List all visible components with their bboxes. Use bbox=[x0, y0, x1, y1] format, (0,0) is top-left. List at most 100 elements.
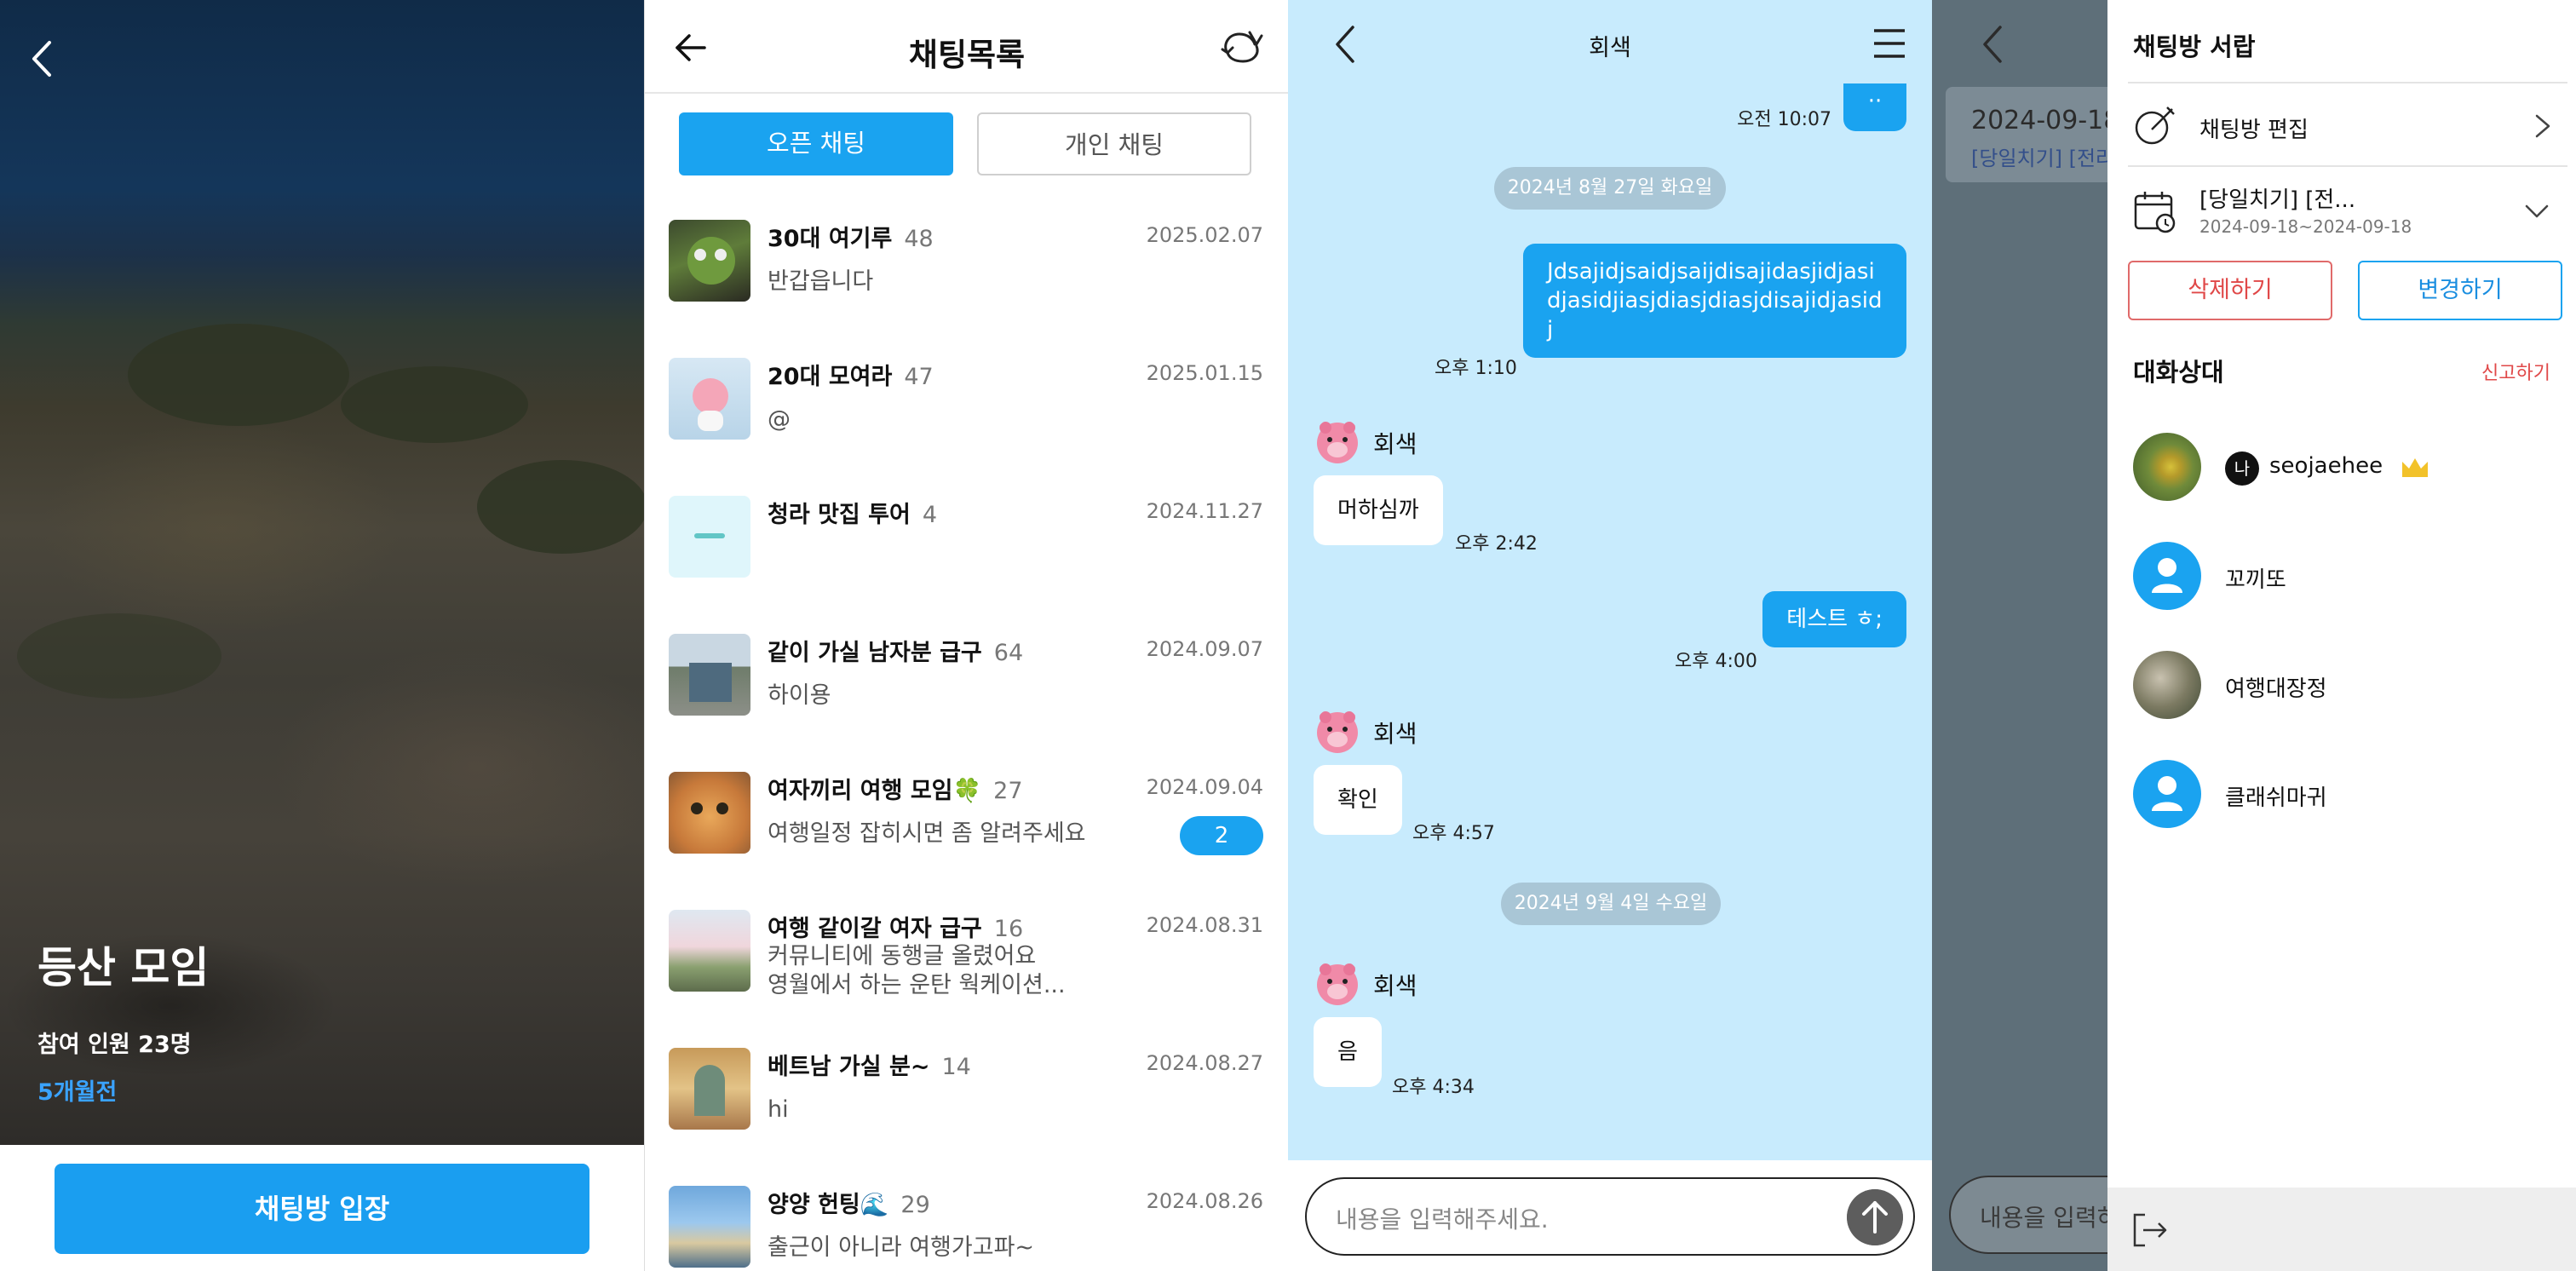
message-composer: 내용을 입력해주세요. bbox=[1288, 1160, 1932, 1271]
exit-room-icon[interactable] bbox=[2131, 1211, 2169, 1249]
member-name: 꼬끼또 bbox=[2225, 567, 2286, 593]
sender-name: 회색 bbox=[1373, 430, 1417, 458]
schedule-banner: 2024-09-18 [당일치기] [전라 bbox=[1946, 87, 2107, 182]
dimmed-chat-background[interactable]: 2024-09-18 [당일치기] [전라 내용을 입력하 bbox=[1932, 0, 2107, 1271]
received-message-bubble[interactable]: 머하심까 bbox=[1314, 475, 1443, 545]
received-message-bubble[interactable]: 음 bbox=[1314, 1017, 1382, 1087]
sender-avatar[interactable] bbox=[1314, 417, 1361, 465]
drawer-footer bbox=[2107, 1188, 2576, 1271]
shrub-shape bbox=[17, 613, 221, 699]
chat-thumbnail bbox=[669, 358, 750, 440]
sent-message-bubble[interactable]: ·· bbox=[1843, 83, 1906, 131]
chat-name: 양양 헌팅🌊 29 bbox=[768, 1186, 930, 1219]
message-time: 오후 4:57 bbox=[1412, 823, 1495, 844]
page-title: 채팅목록 bbox=[908, 37, 1026, 73]
sent-message-bubble[interactable]: Jdsajidjsaidjsaijdisajidasjidjasidjasidj… bbox=[1523, 244, 1906, 358]
participant-count: 29 bbox=[900, 1192, 930, 1218]
received-message-bubble[interactable]: 확인 bbox=[1314, 765, 1402, 835]
last-message: 여행일정 잡히시면 좀 알려주세요 bbox=[768, 820, 1086, 847]
chat-date: 2024.08.26 bbox=[1146, 1189, 1263, 1213]
edit-pencil-icon bbox=[2135, 106, 2175, 145]
chat-thumbnail bbox=[669, 220, 750, 302]
chevron-down-icon[interactable] bbox=[2523, 198, 2550, 225]
tab-open-chat[interactable]: 오픈 채팅 bbox=[679, 112, 953, 175]
chat-drawer-screen: 2024-09-18 [당일치기] [전라 내용을 입력하 채팅방 서랍 채팅방… bbox=[1932, 0, 2576, 1271]
message-input-placeholder: 내용을 입력하 bbox=[1980, 1204, 2107, 1232]
chat-list-item[interactable]: 20대 모여라 47 2025.01.15 @ bbox=[645, 358, 1288, 496]
chat-list-screen: 채팅목록 오픈 채팅 개인 채팅 30대 여기루 48 2025.02.07 반갑… bbox=[644, 0, 1288, 1271]
member-name: seojaehee bbox=[2269, 453, 2383, 479]
message-input: 내용을 입력하 bbox=[1949, 1176, 2107, 1254]
chat-list-item[interactable]: 양양 헌팅🌊 29 2024.08.26 출근이 아니라 여행가고파~ bbox=[645, 1186, 1288, 1271]
enter-room-button[interactable]: 채팅방 입장 bbox=[55, 1164, 589, 1254]
report-link[interactable]: 신고하기 bbox=[2481, 358, 2550, 385]
member-item[interactable]: 클래쉬마귀 bbox=[2133, 760, 2559, 828]
chat-date: 2024.08.27 bbox=[1146, 1051, 1263, 1075]
chat-list-item[interactable]: 여자끼리 여행 모임🍀 27 2024.09.04 여행일정 잡히시면 좀 알려주… bbox=[645, 772, 1288, 910]
me-badge: 나 bbox=[2225, 451, 2259, 486]
chat-room-screen: 회색 ·· 오전 10:07 2024년 8월 27일 화요일 Jdsajidj… bbox=[1288, 0, 1932, 1271]
message-time: 오후 1:10 bbox=[1435, 358, 1517, 379]
chat-list-item[interactable]: 같이 가실 남자분 급구 64 2024.09.07 하이용 bbox=[645, 634, 1288, 772]
chat-thumbnail bbox=[669, 910, 750, 992]
message-time: 오후 4:00 bbox=[1675, 651, 1757, 672]
unread-badge: 2 bbox=[1180, 816, 1263, 855]
chevron-right-icon[interactable] bbox=[2528, 112, 2556, 140]
chat-name-text: 여행 같이갈 여자 급구 bbox=[768, 916, 982, 942]
chat-thumbnail bbox=[669, 496, 750, 578]
message-input[interactable]: 내용을 입력해주세요. bbox=[1305, 1177, 1915, 1256]
chevron-left-icon bbox=[1983, 26, 2002, 63]
chat-date: 2024.09.07 bbox=[1146, 637, 1263, 661]
members-header: 대화상대 bbox=[2133, 358, 2224, 387]
chat-name: 여행 같이갈 여자 급구 16 bbox=[768, 910, 1023, 943]
created-ago: 5개월전 bbox=[37, 1079, 118, 1106]
chat-thumbnail bbox=[669, 1186, 750, 1268]
send-arrow-icon[interactable] bbox=[1847, 1189, 1903, 1245]
chat-name-text: 여자끼리 여행 모임🍀 bbox=[768, 778, 982, 804]
chat-name-text: 양양 헌팅🌊 bbox=[768, 1192, 889, 1218]
chat-date: 2025.02.07 bbox=[1146, 223, 1263, 247]
last-message: 출근이 아니라 여행가고파~ bbox=[768, 1234, 1035, 1261]
sender-avatar[interactable] bbox=[1314, 707, 1361, 755]
tab-private-chat[interactable]: 개인 채팅 bbox=[977, 112, 1251, 175]
participant-count: 47 bbox=[904, 364, 934, 390]
divider bbox=[2128, 82, 2567, 83]
date-divider: 2024년 8월 27일 화요일 bbox=[1494, 167, 1726, 210]
member-item[interactable]: 꼬끼또 bbox=[2133, 542, 2559, 610]
calendar-clock-icon bbox=[2134, 192, 2176, 233]
sent-message-bubble[interactable]: 테스트 ㅎ; bbox=[1762, 591, 1906, 647]
member-name: 여행대장정 bbox=[2225, 676, 2327, 702]
schedule-title[interactable]: [당일치기] [전... bbox=[2199, 182, 2355, 214]
chat-list-item[interactable]: 청라 맛집 투어 4 2024.11.27 bbox=[645, 496, 1288, 634]
chat-name-text: 20대 모여라 bbox=[768, 364, 893, 390]
message-time: 오전 10:07 bbox=[1737, 109, 1831, 130]
pink-beaver-avatar-icon bbox=[1317, 711, 1358, 753]
chat-date: 2024.09.04 bbox=[1146, 775, 1263, 799]
chevron-left-icon[interactable] bbox=[26, 37, 60, 80]
chat-list-item[interactable]: 30대 여기루 48 2025.02.07 반갑읍니다 bbox=[645, 220, 1288, 358]
delete-button[interactable]: 삭제하기 bbox=[2128, 261, 2332, 320]
participant-count: 14 bbox=[941, 1054, 971, 1080]
pink-beaver-avatar-icon bbox=[1317, 963, 1358, 1005]
member-item[interactable]: 나 seojaehee bbox=[2133, 433, 2559, 501]
participant-count: 48 bbox=[904, 226, 934, 252]
sender-avatar[interactable] bbox=[1314, 959, 1361, 1007]
default-user-icon bbox=[2152, 558, 2182, 593]
member-item[interactable]: 여행대장정 bbox=[2133, 651, 2559, 719]
menu-icon[interactable] bbox=[1872, 27, 1906, 60]
chat-list-item[interactable]: 여행 같이갈 여자 급구 16 2024.08.31 커뮤니티에 동행글 올렸어요… bbox=[645, 910, 1288, 1048]
chat-name-text: 베트남 가실 분~ bbox=[768, 1054, 930, 1080]
chat-thumbnail bbox=[669, 634, 750, 716]
shrub-shape bbox=[477, 460, 644, 554]
sender-name: 회색 bbox=[1373, 720, 1417, 748]
date-divider: 2024년 9월 4일 수요일 bbox=[1501, 883, 1721, 925]
drawer-title: 채팅방 서랍 bbox=[2133, 32, 2256, 61]
last-message: hi bbox=[768, 1096, 789, 1123]
chat-list-item[interactable]: 베트남 가실 분~ 14 2024.08.27 hi bbox=[645, 1048, 1288, 1186]
change-button[interactable]: 변경하기 bbox=[2358, 261, 2562, 320]
chat-list-header: 채팅목록 bbox=[645, 0, 1288, 94]
refresh-icon[interactable] bbox=[1219, 27, 1263, 66]
member-count: 참여 인원 23명 bbox=[37, 1032, 192, 1058]
room-title: 등산 모임 bbox=[37, 943, 210, 992]
edit-room-label[interactable]: 채팅방 편집 bbox=[2199, 112, 2309, 144]
